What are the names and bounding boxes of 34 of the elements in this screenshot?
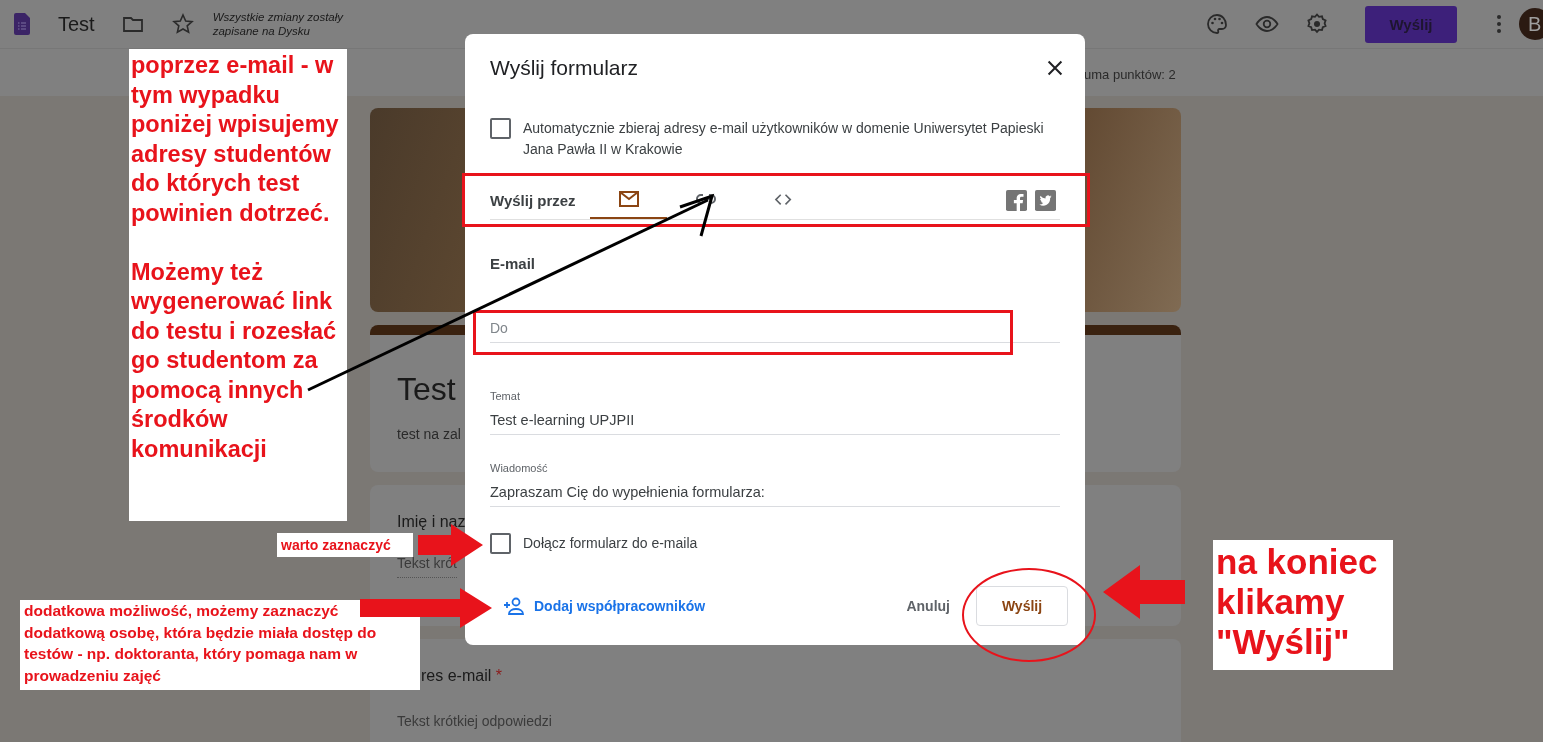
cancel-button[interactable]: Anuluj [898, 590, 958, 622]
add-collaborators-button[interactable]: Dodaj współpracowników [490, 594, 706, 618]
forms-logo-icon[interactable] [14, 12, 30, 36]
message-field[interactable]: Zapraszam Cię do wypełnienia formularza: [490, 474, 1060, 507]
settings-icon[interactable] [1305, 12, 1329, 36]
avatar[interactable]: B [1519, 8, 1543, 40]
annotation-text: Możemy też wygenerować link do testu i rozesłać go studentom za pomocą innych środków komunikacji [131, 257, 338, 464]
field-label: Wiadomość [490, 462, 549, 474]
section-title: E-mail [490, 255, 536, 272]
document-title[interactable]: Test [58, 12, 95, 36]
send-via-label: Wyślij przez [490, 191, 577, 209]
subject-field[interactable]: Test e-learning UPJPII [490, 402, 1060, 435]
field-label: Temat [490, 390, 521, 402]
facebook-icon[interactable] [1006, 189, 1027, 211]
checkbox[interactable] [490, 533, 511, 554]
dialog-title: Wyślij formularz [490, 56, 638, 80]
answer-hint: Tekst krótkiej odpowiedzi [397, 713, 552, 731]
question-label: Imię i naz [397, 513, 466, 531]
annotation-text: dodatkowa możliwość, możemy zaznaczyć dodatkową osobę, która będzie miała dostęp do testów - np. doktoranta, który pomaga nam w prowadzeniu zajęć [24, 601, 378, 686]
points-summary: uma punktów: 2 [1084, 67, 1176, 84]
annotation-text: na koniec klikamy "Wyślij" [1216, 542, 1379, 662]
send-button[interactable]: Wyślij [976, 586, 1068, 626]
star-icon[interactable] [170, 12, 195, 36]
checkbox[interactable] [490, 118, 511, 139]
save-status: Wszystkie zmiany zostały zapisane na Dysku [212, 10, 345, 38]
annotation-text: poprzez e-mail - w tym wypadku poniżej wpisujemy adresy studentów do których test powinien dotrzeć. [131, 51, 340, 228]
checkbox-label: Automatycznie zbieraj adresy e-mail użytkowników w domenie Uniwersytet Papieski Jana Pawła II w Krakowie [523, 119, 1045, 159]
form-title: Test [397, 371, 456, 408]
question-label: res e-mail * [420, 667, 502, 685]
annotation-text: warto zaznaczyć [281, 536, 392, 555]
checkbox-label: Dołącz formularz do e-maila [523, 534, 698, 553]
twitter-icon[interactable] [1035, 189, 1056, 211]
palette-icon[interactable] [1205, 12, 1229, 36]
form-description: test na zal [397, 426, 461, 442]
